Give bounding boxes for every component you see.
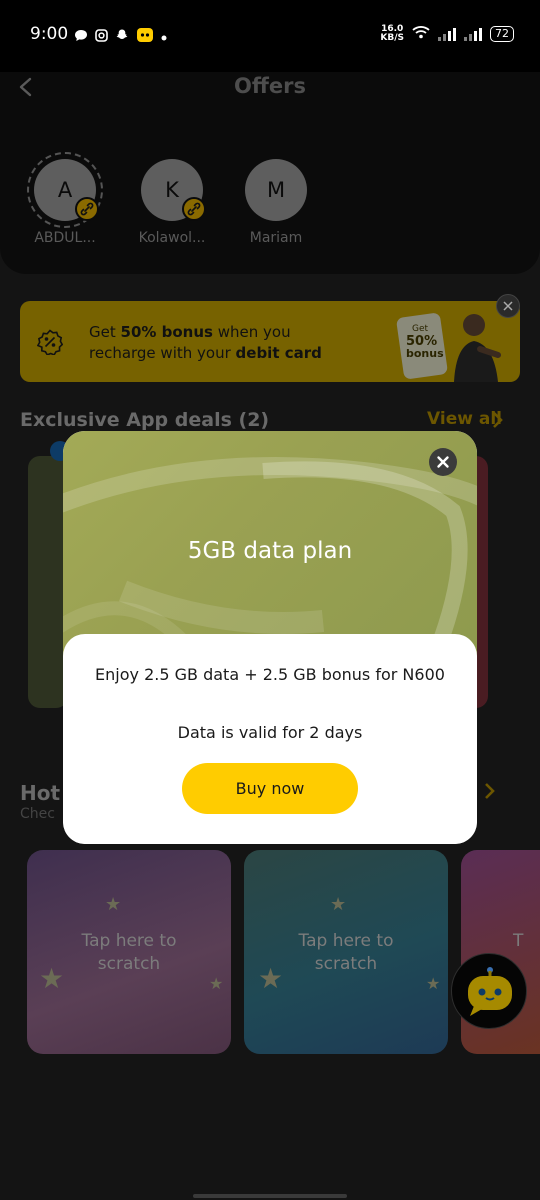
signal-icon-2 [464, 27, 482, 41]
chat-notification-icon [74, 29, 88, 45]
modal-close-button[interactable] [429, 448, 457, 476]
buy-now-button[interactable]: Buy now [182, 763, 358, 814]
battery-icon: 72 [490, 25, 514, 42]
offer-description: Enjoy 2.5 GB data + 2.5 GB bonus for N60… [95, 665, 445, 684]
home-indicator[interactable] [193, 1194, 347, 1198]
instagram-icon [95, 28, 108, 45]
status-right: 16.0 KB/S 72 [380, 24, 514, 43]
status-bar: 9:00 16.0 KB/S 72 [0, 0, 540, 72]
offer-validity: Data is valid for 2 days [177, 723, 363, 742]
modal-heading: 5GB data plan [187, 538, 353, 564]
app-notification-icon [136, 27, 154, 46]
wifi-icon [412, 24, 430, 43]
signal-icon [438, 27, 456, 41]
net-speed: 16.0 KB/S [380, 24, 404, 43]
net-speed-unit: KB/S [380, 32, 404, 43]
notification-icons [74, 27, 167, 46]
dot-indicator-icon [161, 30, 167, 44]
snapchat-icon [115, 28, 129, 45]
status-time: 9:00 [30, 24, 69, 44]
modal-hero: 5GB data plan [63, 431, 477, 661]
modal-body: Enjoy 2.5 GB data + 2.5 GB bonus for N60… [63, 634, 477, 844]
close-icon [437, 456, 449, 468]
offer-modal: 5GB data plan Enjoy 2.5 GB data + 2.5 GB… [63, 431, 477, 844]
